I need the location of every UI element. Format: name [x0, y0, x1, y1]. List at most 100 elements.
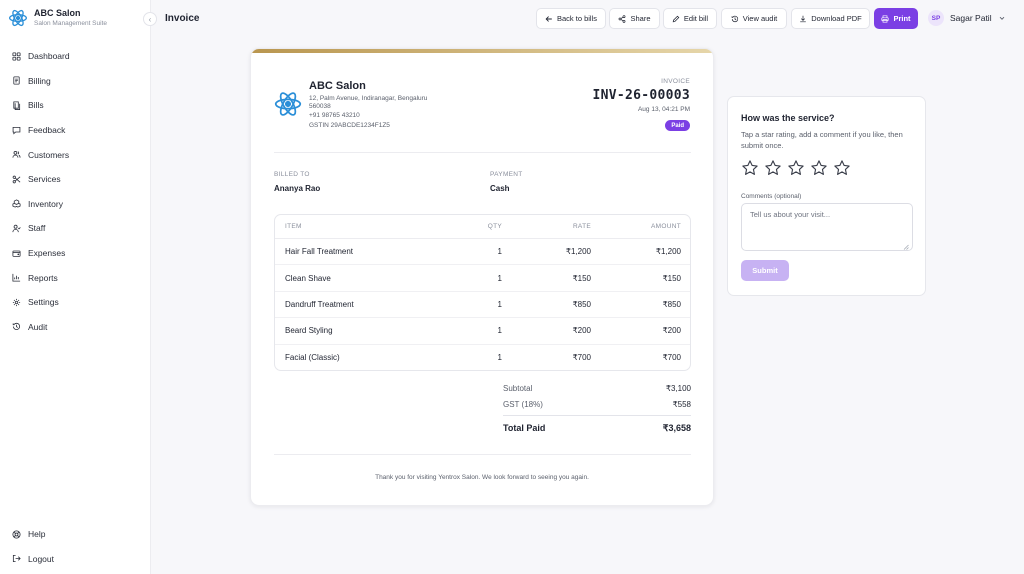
- sidebar-item-expenses[interactable]: Expenses: [0, 241, 151, 266]
- total-row: Total Paid ₹3,658: [503, 423, 691, 433]
- sidebar-item-label: Inventory: [28, 198, 63, 209]
- brand[interactable]: ABC Salon Salon Management Suite: [8, 8, 107, 28]
- sidebar-item-label: Staff: [28, 223, 46, 234]
- sidebar-item-label: Bills: [28, 100, 44, 111]
- download-pdf-button[interactable]: Download PDF: [791, 8, 870, 29]
- divider: [274, 454, 691, 455]
- star-icon[interactable]: [833, 159, 851, 177]
- grid-icon: [12, 52, 21, 61]
- sidebar-item-label: Billing: [28, 75, 51, 86]
- sidebar-item-bills[interactable]: Bills: [0, 93, 151, 118]
- star-icon[interactable]: [764, 159, 782, 177]
- payment-label: PAYMENT: [490, 171, 523, 178]
- sidebar-item-logout[interactable]: Logout: [0, 547, 151, 572]
- star-rating: [741, 159, 851, 177]
- sidebar-item-label: Customers: [28, 149, 70, 160]
- sidebar-item-label: Logout: [28, 553, 54, 564]
- gst-value: ₹558: [672, 400, 691, 409]
- sidebar: ABC Salon Salon Management Suite Dashboa…: [0, 0, 151, 574]
- top-bar: Invoice Back to bills Share Edit bill Vi…: [151, 0, 1024, 37]
- scissors-icon: [12, 175, 21, 184]
- sidebar-item-dashboard[interactable]: Dashboard: [0, 44, 151, 69]
- users-icon: [12, 151, 21, 158]
- status-badge: Paid: [665, 120, 690, 131]
- back-to-bills-button[interactable]: Back to bills: [536, 8, 606, 29]
- message-icon: [12, 126, 21, 135]
- receipt-icon: [13, 76, 20, 85]
- history-icon: [12, 323, 21, 331]
- help-icon: [12, 530, 21, 539]
- avatar: SP: [928, 10, 944, 26]
- sidebar-item-inventory[interactable]: Inventory: [0, 192, 151, 217]
- subtotal-row: Subtotal ₹3,100: [503, 384, 691, 393]
- resize-grip-icon[interactable]: [903, 244, 909, 250]
- sidebar-item-label: Audit: [28, 321, 48, 332]
- edit-bill-button[interactable]: Edit bill: [663, 8, 717, 29]
- total-value: ₹3,658: [662, 423, 691, 433]
- star-icon[interactable]: [741, 159, 759, 177]
- salon-gstin: GSTIN 29ABCDE1234F1Z5: [309, 122, 390, 129]
- items-table: ITEM QTY RATE AMOUNT Hair Fall Treatment…: [274, 214, 691, 371]
- sidebar-item-services[interactable]: Services: [0, 167, 151, 192]
- salon-address: 12, Palm Avenue, Indiranagar, Bengaluru: [309, 95, 428, 102]
- user-menu[interactable]: SP Sagar Patil: [928, 10, 1006, 26]
- print-button[interactable]: Print: [874, 8, 918, 29]
- sidebar-item-label: Reports: [28, 272, 58, 283]
- sidebar-item-billing[interactable]: Billing: [0, 69, 151, 94]
- collapse-sidebar-button[interactable]: ‹: [143, 12, 157, 26]
- view-audit-button[interactable]: View audit: [721, 8, 787, 29]
- sidebar-item-reports[interactable]: Reports: [0, 265, 151, 290]
- divider: [274, 152, 691, 153]
- star-icon[interactable]: [787, 159, 805, 177]
- pencil-icon: [672, 15, 680, 22]
- feedback-description: Tap a star rating, add a comment if you …: [741, 130, 903, 150]
- bills-icon: [13, 101, 21, 110]
- brand-name: ABC Salon: [34, 8, 81, 18]
- sidebar-item-label: Help: [28, 529, 46, 540]
- feedback-card: How was the service? Tap a star rating, …: [727, 96, 926, 296]
- salon-postcode: 560038: [309, 103, 331, 110]
- logout-icon: [12, 555, 21, 563]
- sidebar-item-label: Feedback: [28, 125, 66, 136]
- sidebar-item-help[interactable]: Help: [0, 522, 151, 547]
- boxes-icon: [12, 199, 21, 208]
- download-icon: [800, 15, 807, 22]
- brand-subtitle: Salon Management Suite: [34, 20, 107, 27]
- star-icon[interactable]: [810, 159, 828, 177]
- sidebar-item-label: Expenses: [28, 248, 66, 259]
- sidebar-item-audit[interactable]: Audit: [0, 315, 151, 340]
- subtotal-value: ₹3,100: [665, 384, 691, 393]
- invoice-number: INV-26-00003: [592, 88, 690, 103]
- invoice-card: ABC Salon 12, Palm Avenue, Indiranagar, …: [250, 48, 714, 506]
- table-header: ITEM QTY RATE AMOUNT: [275, 215, 690, 239]
- sidebar-item-label: Dashboard: [28, 51, 70, 62]
- column-rate: RATE: [572, 223, 591, 230]
- submit-button[interactable]: Submit: [741, 260, 789, 281]
- comments-textarea[interactable]: [741, 203, 913, 251]
- sidebar-item-staff[interactable]: Staff: [0, 216, 151, 241]
- table-row: Clean Shave 1 ₹150 ₹150: [275, 265, 690, 292]
- sidebar-bottom: Help Logout: [0, 522, 151, 571]
- atom-logo-icon: [9, 9, 27, 27]
- table-row: Hair Fall Treatment 1 ₹1,200 ₹1,200: [275, 239, 690, 266]
- sidebar-item-feedback[interactable]: Feedback: [0, 118, 151, 143]
- atom-logo-icon: [274, 92, 302, 116]
- billed-to-name: Ananya Rao: [274, 184, 321, 193]
- chevron-down-icon: [999, 16, 1004, 20]
- sidebar-item-settings[interactable]: Settings: [0, 290, 151, 315]
- payment-method: Cash: [490, 184, 510, 193]
- sidebar-nav: Dashboard Billing Bills Feedback Custome…: [0, 44, 151, 339]
- share-button[interactable]: Share: [609, 8, 660, 29]
- gear-icon: [12, 298, 21, 306]
- wallet-icon: [12, 250, 21, 257]
- divider: [503, 415, 691, 416]
- column-amount: AMOUNT: [651, 223, 681, 230]
- sidebar-item-customers[interactable]: Customers: [0, 142, 151, 167]
- column-item: ITEM: [285, 223, 302, 230]
- salon-name: ABC Salon: [309, 80, 366, 92]
- billed-to-label: BILLED TO: [274, 171, 310, 178]
- invoice-label: INVOICE: [661, 78, 690, 85]
- user-name: Sagar Patil: [950, 13, 992, 23]
- feedback-title: How was the service?: [741, 113, 835, 123]
- bar-chart-icon: [12, 274, 21, 282]
